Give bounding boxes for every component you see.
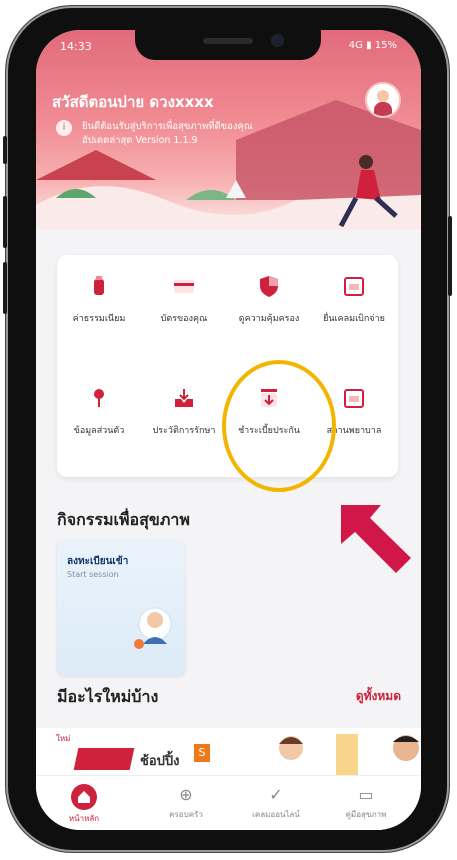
mute-switch	[3, 136, 7, 164]
pointer-arrow-icon	[341, 505, 411, 573]
shield-icon	[260, 276, 278, 297]
volume-down-button	[3, 262, 7, 314]
whats-new-title: มีอะไรใหม่บ้าง	[57, 687, 159, 706]
menu-label: ดูความคุ้มครอง	[238, 314, 300, 324]
doctor-illustration	[134, 607, 172, 649]
promo-banner-strip[interactable]: ใหม่ ช้อปปิ้ง S	[36, 728, 421, 776]
menu-item-fees[interactable]: ค่าธรรมเนียม	[57, 273, 141, 325]
menu-item-your-card[interactable]: บัตรของคุณ	[142, 273, 226, 325]
see-all-link[interactable]: ดูทั้งหมด	[356, 687, 401, 706]
menu-label: ข้อมูลส่วนตัว	[73, 426, 125, 436]
tab-label: เคลมออนไลน์	[252, 810, 300, 819]
menu-label: บัตรของคุณ	[160, 314, 208, 324]
calendar-icon	[344, 389, 364, 408]
tab-online-claim[interactable]: ✓ เคลมออนไลน์	[236, 784, 316, 821]
app-screen: 14:33 4G ▮ 15% สวัสดีตอนบ่าย ดวงxxxx i ย…	[36, 30, 421, 830]
tab-health-guide[interactable]: ▭ คู่มือสุขภาพ	[326, 784, 406, 821]
speaker-grille	[203, 38, 253, 44]
tab-label: คู่มือสุขภาพ	[345, 810, 387, 819]
inbox-icon	[175, 389, 193, 407]
menu-item-claim[interactable]: ยื่นเคลมเบิกจ่าย	[312, 273, 396, 325]
info-icon[interactable]: i	[56, 120, 72, 136]
tab-family[interactable]: ⊕ ครอบครัว	[146, 784, 226, 821]
status-indicators: 4G ▮ 15%	[348, 40, 397, 51]
card-icon	[174, 280, 194, 293]
tab-home[interactable]: หน้าหลัก	[44, 784, 124, 825]
promo-text: ช้อปปิ้ง	[140, 754, 180, 769]
check-icon: ✓	[269, 785, 283, 804]
menu-item-personal-info[interactable]: ข้อมูลส่วนตัว	[57, 385, 141, 437]
info-line-2: อัปเดตล่าสุด Version 1.1.9	[82, 135, 198, 146]
promo-tag: ใหม่	[56, 734, 71, 743]
health-activity-title: กิจกรรมเพื่อสุขภาพ	[57, 510, 190, 529]
phone-notch	[135, 30, 321, 60]
menu-label: ยื่นเคลมเบิกจ่าย	[323, 314, 385, 324]
promo-badge: S	[194, 744, 210, 762]
volume-up-button	[3, 196, 7, 248]
front-camera	[273, 36, 282, 45]
info-line-1: ยินดีต้อนรับสู่บริการเพื่อสุขภาพที่ดีของ…	[82, 121, 253, 132]
highlight-circle	[222, 360, 336, 492]
book-icon: ▭	[358, 785, 374, 804]
tab-label: ครอบครัว	[169, 810, 203, 819]
menu-label: ค่าธรรมเนียม	[72, 314, 126, 324]
status-time: 14:33	[60, 40, 92, 53]
header-banner: 14:33 4G ▮ 15% สวัสดีตอนบ่าย ดวงxxxx i ย…	[36, 30, 421, 230]
tab-label: หน้าหลัก	[68, 814, 100, 823]
home-icon	[71, 784, 97, 810]
menu-label: ประวัติการรักษา	[152, 426, 216, 436]
calendar-icon	[344, 277, 364, 296]
power-button	[448, 216, 452, 296]
menu-item-treatment-history[interactable]: ประวัติการรักษา	[142, 385, 226, 437]
pin-icon	[94, 389, 104, 407]
profile-avatar[interactable]	[365, 82, 401, 118]
promo-red-badge	[73, 748, 135, 770]
menu-item-coverage[interactable]: ดูความคุ้มครอง	[227, 273, 311, 325]
activity-card[interactable]: ลงทะเบียนเข้า Start session	[57, 540, 185, 676]
greeting-text: สวัสดีตอนบ่าย ดวงxxxx	[52, 93, 214, 111]
promo-people-illustration	[279, 734, 419, 776]
bottom-tab-bar: หน้าหลัก ⊕ ครอบครัว ✓ เคลมออนไลน์ ▭ คู่ม…	[36, 775, 421, 830]
globe-icon: ⊕	[179, 785, 193, 804]
bottle-icon	[94, 276, 104, 295]
